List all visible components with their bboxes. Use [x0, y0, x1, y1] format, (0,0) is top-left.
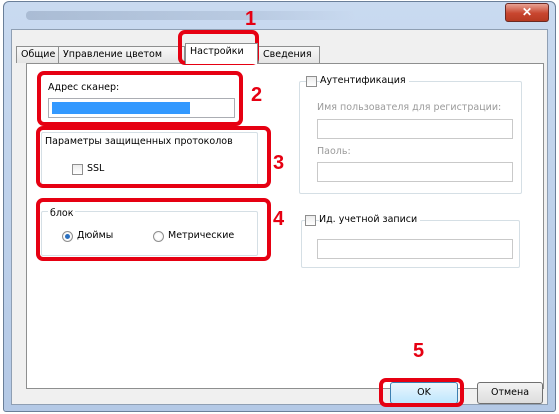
callout-box-secure-protocols	[36, 126, 271, 188]
callout-number-1: 1	[245, 8, 257, 30]
tab-details[interactable]: Сведения	[258, 46, 320, 63]
password-label: Паоль:	[317, 146, 351, 157]
tab-color-management[interactable]: Управление цветом	[58, 46, 185, 63]
title-bar[interactable]: ✕	[4, 2, 555, 28]
callout-number-5: 5	[413, 340, 425, 362]
callout-number-3: 3	[273, 152, 285, 174]
username-label: Имя пользователя для регистрации:	[317, 102, 502, 113]
callout-box-units	[36, 198, 271, 261]
authentication-checkbox[interactable]	[306, 76, 317, 87]
callout-number-4: 4	[273, 208, 285, 230]
username-input[interactable]	[317, 119, 513, 139]
account-id-label: Ид. учетной записи	[319, 214, 421, 225]
cancel-button[interactable]: Отмена	[477, 382, 543, 404]
account-id-input[interactable]	[317, 239, 513, 259]
callout-box-scanner-address	[37, 71, 243, 126]
close-button[interactable]: ✕	[505, 3, 549, 22]
callout-box-ok-button	[379, 378, 464, 407]
authentication-label: Аутентификация	[320, 75, 409, 86]
tab-general[interactable]: Общие	[16, 46, 59, 63]
tab-settings[interactable]: Настройки	[185, 43, 258, 64]
callout-number-2: 2	[251, 84, 263, 106]
password-input[interactable]	[317, 162, 513, 182]
blurred-window-title	[26, 11, 356, 20]
close-icon: ✕	[521, 5, 533, 19]
account-id-checkbox[interactable]	[305, 215, 316, 226]
